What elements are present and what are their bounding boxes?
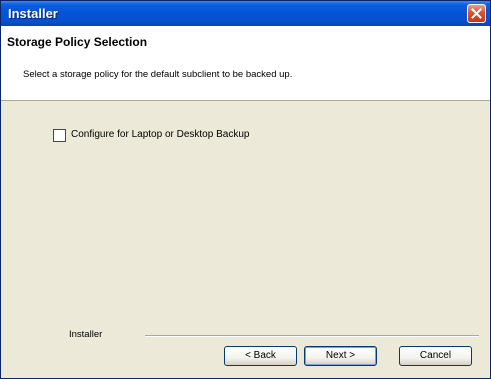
window-title: Installer [8, 6, 58, 21]
next-button[interactable]: Next > [304, 346, 377, 366]
close-icon [471, 8, 482, 19]
page-description: Select a storage policy for the default … [23, 69, 293, 80]
laptop-backup-checkbox[interactable] [53, 129, 66, 142]
header-panel: Storage Policy Selection Select a storag… [1, 26, 490, 101]
close-button[interactable] [467, 4, 486, 23]
cancel-button[interactable]: Cancel [399, 346, 472, 366]
footer-divider [145, 335, 479, 337]
installer-window: Installer Storage Policy Selection Selec… [0, 0, 491, 379]
page-title: Storage Policy Selection [7, 35, 148, 49]
laptop-backup-label[interactable]: Configure for Laptop or Desktop Backup [71, 129, 249, 140]
installer-brand-label: Installer [69, 329, 103, 340]
title-bar[interactable]: Installer [1, 1, 490, 26]
back-button[interactable]: < Back [224, 346, 297, 366]
